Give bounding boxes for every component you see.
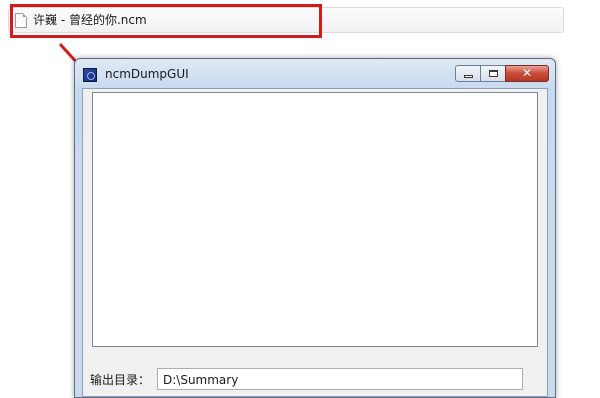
maximize-button[interactable]	[480, 65, 506, 82]
file-drop-list[interactable]	[92, 92, 538, 347]
ncmdumpgui-window: ncmDumpGUI ✕ 输出目录： D:\Summary	[74, 58, 556, 398]
output-dir-input[interactable]: D:\Summary	[157, 368, 523, 390]
document-icon	[15, 13, 27, 28]
app-icon	[83, 68, 97, 82]
maximize-icon	[489, 70, 498, 77]
file-list-item[interactable]: 许巍 - 曾经的你.ncm	[8, 7, 564, 33]
minimize-icon	[464, 75, 473, 78]
caption-buttons: ✕	[455, 65, 549, 82]
close-button[interactable]: ✕	[505, 65, 549, 82]
output-dir-label: 输出目录：	[90, 373, 151, 387]
title-bar[interactable]: ncmDumpGUI ✕	[75, 59, 555, 89]
client-area: 输出目录： D:\Summary	[82, 88, 548, 397]
close-icon: ✕	[521, 66, 533, 80]
minimize-button[interactable]	[455, 65, 481, 82]
file-name: 许巍 - 曾经的你.ncm	[33, 13, 147, 27]
window-title: ncmDumpGUI	[105, 67, 189, 81]
